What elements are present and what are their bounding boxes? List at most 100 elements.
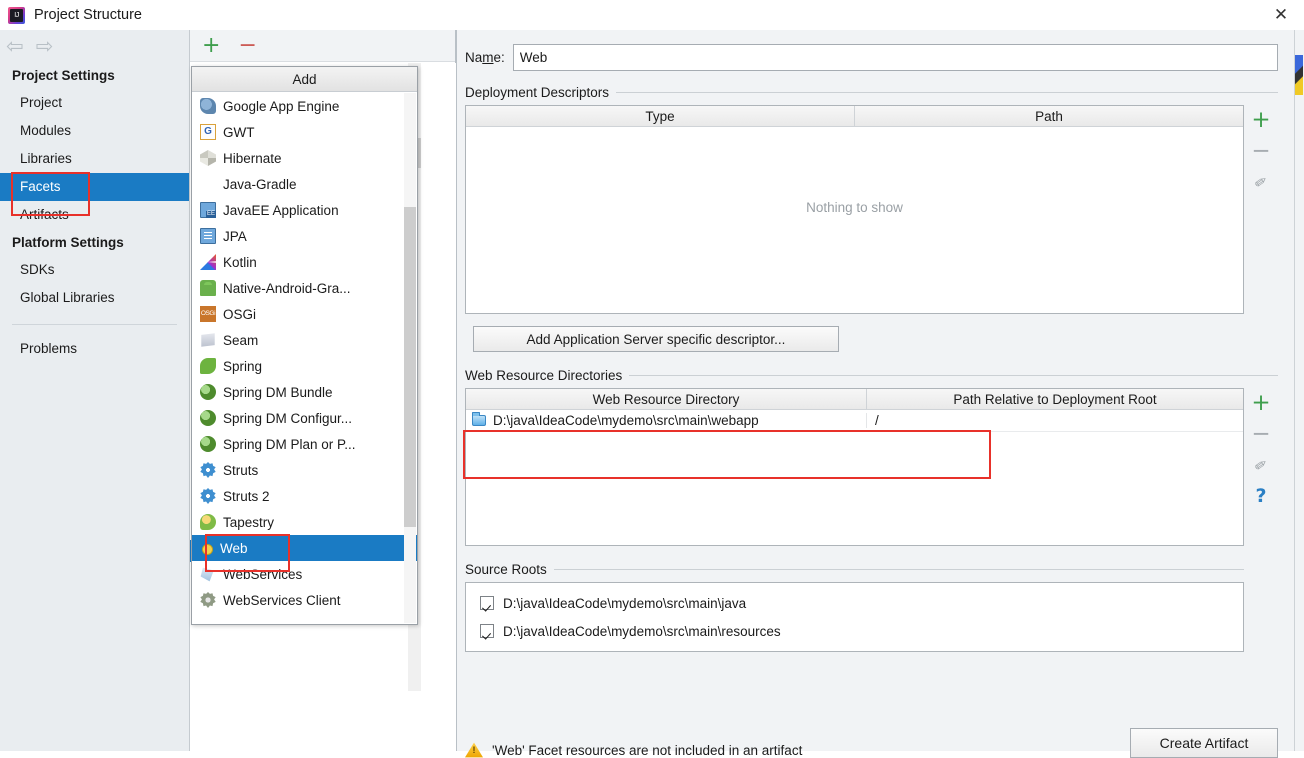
- android-icon: [200, 280, 216, 296]
- list-item-label: Google App Engine: [223, 98, 340, 114]
- remove-facet-icon[interactable]: −: [238, 34, 256, 56]
- list-item-label: Struts 2: [223, 488, 270, 504]
- google-app-engine-icon: [200, 98, 216, 114]
- sidebar-item-libraries[interactable]: Libraries: [0, 145, 189, 173]
- struts-icon: [200, 462, 216, 478]
- sidebar-item-global-libraries[interactable]: Global Libraries: [0, 284, 189, 312]
- list-item-spring-dm-bundle[interactable]: Spring DM Bundle: [192, 379, 417, 405]
- warning-text: 'Web' Facet resources are not included i…: [492, 742, 803, 758]
- list-item-hibernate[interactable]: Hibernate: [192, 145, 417, 171]
- list-item-struts-2[interactable]: Struts 2: [192, 483, 417, 509]
- spring-dm-icon: [200, 436, 216, 452]
- list-item-tapestry[interactable]: Tapestry: [192, 509, 417, 535]
- column-header-path[interactable]: Path: [854, 106, 1243, 126]
- list-item[interactable]: D:\java\IdeaCode\mydemo\src\main\resourc…: [466, 617, 1243, 645]
- tapestry-icon: [200, 514, 216, 530]
- sidebar-item-project[interactable]: Project: [0, 89, 189, 117]
- add-icon[interactable]: +: [1249, 109, 1273, 132]
- sidebar-item-facets[interactable]: Facets: [0, 173, 189, 201]
- list-item-webservices[interactable]: WebServices: [192, 561, 417, 587]
- list-item[interactable]: D:\java\IdeaCode\mydemo\src\main\java: [466, 589, 1243, 617]
- deployment-descriptors-table[interactable]: Type Path Nothing to show: [465, 105, 1244, 314]
- window-title: Project Structure: [34, 7, 142, 23]
- sidebar-item-sdks[interactable]: SDKs: [0, 256, 189, 284]
- list-item-google-app-engine[interactable]: Google App Engine: [192, 93, 417, 119]
- add-popup-title: Add: [192, 67, 417, 92]
- sidebar-divider: [12, 324, 177, 325]
- jpa-icon: [200, 228, 216, 244]
- source-root-checkbox[interactable]: [480, 624, 494, 638]
- sidebar-group-title-project-settings: Project Settings: [12, 68, 115, 83]
- sidebar-item-problems[interactable]: Problems: [0, 335, 189, 363]
- name-label: Name:: [465, 50, 505, 65]
- source-root-checkbox[interactable]: [480, 596, 494, 610]
- forward-arrow-icon[interactable]: ⇨: [36, 35, 54, 57]
- gwt-icon: [200, 124, 216, 140]
- web-resource-directories-toolbar: + − ✏ ?: [1244, 388, 1278, 546]
- list-item-webservices-client[interactable]: WebServices Client: [192, 587, 417, 613]
- list-item-native-android-gradle[interactable]: Native-Android-Gra...: [192, 275, 417, 301]
- warning-icon: [465, 742, 483, 758]
- remove-icon[interactable]: −: [1249, 140, 1273, 163]
- kotlin-icon: [200, 254, 216, 270]
- list-item-kotlin[interactable]: Kotlin: [192, 249, 417, 275]
- offscreen-window-sliver: [1295, 55, 1303, 95]
- facets-toolbar: + −: [190, 30, 455, 62]
- list-item-label: WebServices: [223, 566, 303, 582]
- source-root-label: D:\java\IdeaCode\mydemo\src\main\java: [503, 595, 747, 611]
- add-facet-icon[interactable]: +: [202, 34, 220, 56]
- table-header-row: Web Resource Directory Path Relative to …: [466, 389, 1243, 410]
- spring-icon: [200, 358, 216, 374]
- name-input[interactable]: [512, 44, 1278, 71]
- deployment-descriptors-group: Deployment Descriptors Type Path Nothing…: [465, 85, 1278, 352]
- web-resource-directories-table[interactable]: Web Resource Directory Path Relative to …: [465, 388, 1244, 546]
- deployment-descriptors-title: Deployment Descriptors: [465, 85, 610, 100]
- list-item-spring[interactable]: Spring: [192, 353, 417, 379]
- settings-sidebar: ⇦ ⇨ Project Settings Project Modules Lib…: [0, 30, 190, 751]
- list-item-gwt[interactable]: GWT: [192, 119, 417, 145]
- remove-icon[interactable]: −: [1249, 423, 1273, 446]
- list-item-label: WebServices Client: [223, 592, 341, 608]
- add-icon[interactable]: +: [1249, 392, 1273, 415]
- group-rule: [616, 92, 1278, 93]
- web-resource-directories-title: Web Resource Directories: [465, 368, 623, 383]
- list-item-spring-dm-plan[interactable]: Spring DM Plan or P...: [192, 431, 417, 457]
- no-icon: [200, 176, 216, 192]
- list-item-osgi[interactable]: OSGi: [192, 301, 417, 327]
- list-item-javaee-application[interactable]: JavaEE Application: [192, 197, 417, 223]
- list-item-java-gradle[interactable]: Java-Gradle: [192, 171, 417, 197]
- add-popup-scrollbar-thumb[interactable]: [404, 207, 416, 527]
- list-item-struts[interactable]: Struts: [192, 457, 417, 483]
- sidebar-item-modules[interactable]: Modules: [0, 117, 189, 145]
- cell-path-relative: /: [866, 413, 1243, 428]
- list-item-spring-dm-configuration[interactable]: Spring DM Configur...: [192, 405, 417, 431]
- empty-state-text: Nothing to show: [806, 200, 903, 215]
- web-resource-directories-group: Web Resource Directories Web Resource Di…: [465, 368, 1278, 546]
- help-icon[interactable]: ?: [1249, 485, 1273, 507]
- create-artifact-button[interactable]: Create Artifact: [1130, 728, 1278, 758]
- list-item-label: Spring DM Plan or P...: [223, 436, 356, 452]
- list-item-label: Hibernate: [223, 150, 282, 166]
- seam-icon: [201, 333, 215, 347]
- edit-icon[interactable]: ✏: [1245, 166, 1277, 198]
- sidebar-item-artifacts[interactable]: Artifacts: [0, 201, 189, 229]
- webservices-client-icon: [200, 592, 216, 608]
- close-icon[interactable]: ✕: [1258, 0, 1304, 30]
- list-item-label: Kotlin: [223, 254, 257, 270]
- list-item-jpa[interactable]: JPA: [192, 223, 417, 249]
- table-row[interactable]: D:\java\IdeaCode\mydemo\src\main\webapp …: [466, 410, 1243, 432]
- list-item-web[interactable]: Web: [192, 535, 417, 561]
- list-item-label: GWT: [223, 124, 255, 140]
- back-arrow-icon[interactable]: ⇦: [6, 35, 24, 57]
- list-item-seam[interactable]: Seam: [192, 327, 417, 353]
- web-icon: [202, 544, 213, 555]
- column-header-type[interactable]: Type: [466, 106, 854, 126]
- add-facet-list[interactable]: Google App Engine GWT Hibernate Java-Gra…: [192, 93, 417, 624]
- panel-right-edge: [1294, 30, 1304, 751]
- column-header-web-resource-directory[interactable]: Web Resource Directory: [466, 389, 866, 409]
- list-item-label: Java-Gradle: [223, 176, 297, 192]
- edit-icon[interactable]: ✏: [1245, 449, 1277, 481]
- add-app-server-descriptor-button[interactable]: Add Application Server specific descript…: [473, 326, 839, 352]
- list-item-label: OSGi: [223, 306, 257, 322]
- column-header-path-relative-to-deployment-root[interactable]: Path Relative to Deployment Root: [866, 389, 1243, 409]
